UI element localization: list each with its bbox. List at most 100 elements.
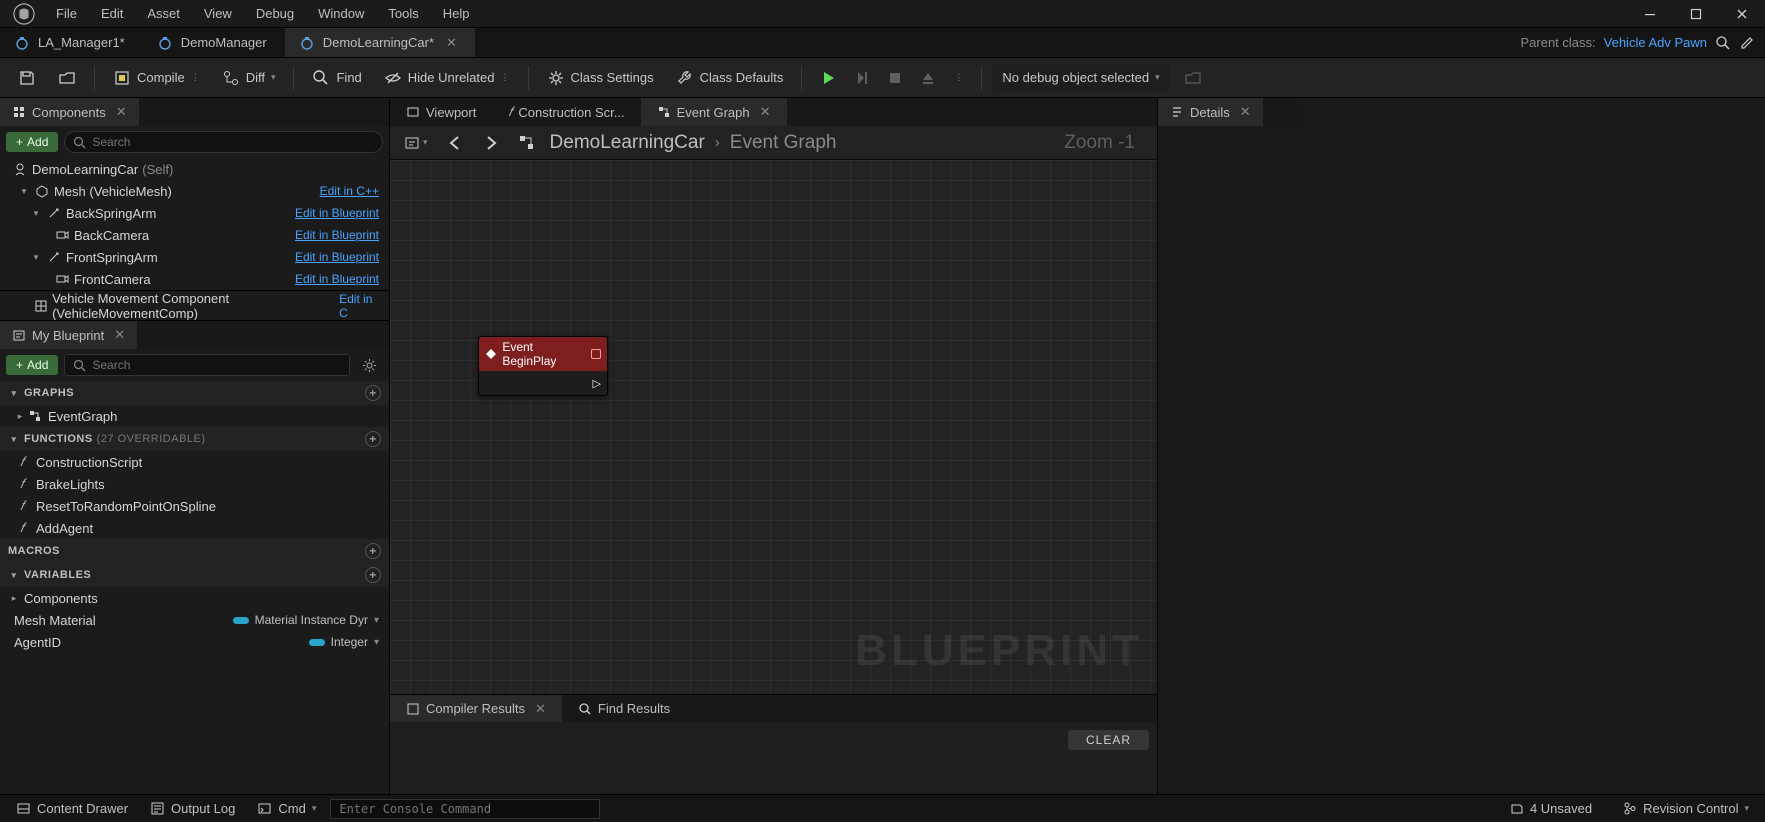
add-icon[interactable]: + [365,543,381,559]
graph-item-eventgraph[interactable]: ▸ EventGraph [0,405,389,427]
edit-link[interactable]: Edit in Blueprint [295,206,385,220]
function-item[interactable]: 𝑓AddAgent [0,517,389,539]
chevron-down-icon[interactable]: ⋮ [191,72,200,83]
edit-parent-icon[interactable] [1739,35,1755,51]
menu-tools[interactable]: Tools [376,0,430,27]
cmd-button[interactable]: Cmd ▾ [249,798,324,820]
debug-object-select[interactable]: No debug object selected ▾ [992,64,1169,92]
variable-subcategory[interactable]: ▸ Components [0,587,389,609]
tree-row-frontspring[interactable]: ▾ FrontSpringArm Edit in Blueprint [0,246,389,268]
ue-logo-icon[interactable] [4,0,44,28]
expand-icon[interactable]: ▾ [30,208,42,219]
maximize-button[interactable] [1673,0,1719,28]
edit-link[interactable]: Edit in Blueprint [295,228,385,242]
add-icon[interactable]: + [365,385,381,401]
edit-link[interactable]: Edit in Blueprint [295,272,385,286]
find-debug-object-button[interactable] [1176,62,1210,94]
myblueprint-search[interactable] [64,354,350,376]
menu-view[interactable]: View [192,0,244,27]
find-button[interactable]: Find [304,62,369,94]
chevron-down-icon[interactable]: ▾ [1744,803,1749,814]
chevron-down-icon[interactable]: ▾ [374,637,379,648]
add-icon[interactable]: + [365,567,381,583]
function-item[interactable]: 𝑓ConstructionScript [0,451,389,473]
compile-button[interactable]: Compile ⋮ [105,62,208,94]
asset-tab-la-manager[interactable]: LA_Manager1* [0,28,143,57]
breadcrumb-root[interactable]: DemoLearningCar [550,132,705,154]
expand-icon[interactable]: ▾ [18,186,30,197]
tab-find-results[interactable]: Find Results [562,695,686,722]
edit-link[interactable]: Edit in C [339,292,385,320]
menu-asset[interactable]: Asset [135,0,192,27]
variable-item[interactable]: Mesh Material Material Instance Dyr▾ [0,609,389,631]
close-icon[interactable]: ✕ [531,701,546,717]
function-item[interactable]: 𝑓ResetToRandomPointOnSpline [0,495,389,517]
components-search[interactable] [64,131,383,153]
graph-home-button[interactable] [514,132,540,154]
close-button[interactable] [1719,0,1765,28]
my-blueprint-tab[interactable]: My Blueprint ✕ [0,321,137,349]
diff-button[interactable]: Diff ▾ [214,62,284,94]
tab-event-graph[interactable]: Event Graph ✕ [641,98,787,126]
tab-construction-script[interactable]: 𝑓 Construction Scr... [492,98,640,126]
chevron-down-icon[interactable]: ▾ [271,72,276,83]
section-variables[interactable]: ▾ VARIABLES + [0,563,389,587]
components-panel-tab[interactable]: Components ✕ [0,98,139,126]
node-event-beginplay[interactable]: Event BeginPlay ▷ [478,336,608,396]
components-search-input[interactable] [92,135,374,149]
browse-button[interactable] [50,62,84,94]
unsaved-button[interactable]: 4 Unsaved [1501,798,1600,820]
exec-output-pin[interactable]: ▷ [593,377,601,390]
search-parent-icon[interactable] [1715,35,1731,51]
minimize-button[interactable] [1627,0,1673,28]
section-functions[interactable]: ▾ FUNCTIONS (27 OVERRIDABLE) + [0,427,389,451]
play-options-button[interactable]: ⋮ [946,62,971,94]
parent-class-link[interactable]: Vehicle Adv Pawn [1604,35,1707,50]
edit-link[interactable]: Edit in Blueprint [295,250,385,264]
asset-tab-demomanager[interactable]: DemoManager [143,28,285,57]
tree-row-root[interactable]: DemoLearningCar (Self) [0,158,389,180]
tree-row-vehiclemovement[interactable]: Vehicle Movement Component (VehicleMovem… [0,290,389,320]
variable-item[interactable]: AgentID Integer▾ [0,631,389,653]
menu-window[interactable]: Window [306,0,376,27]
eject-button[interactable] [912,62,944,94]
section-macros[interactable]: MACROS + [0,539,389,563]
asset-tab-demolearningcar[interactable]: DemoLearningCar* ✕ [285,28,475,57]
chevron-down-icon[interactable]: ⋮ [501,72,510,83]
close-icon[interactable]: ✕ [112,104,127,120]
add-new-button[interactable]: + Add [6,355,58,375]
menu-file[interactable]: File [44,0,89,27]
event-graph-canvas[interactable]: Event BeginPlay ▷ BLUEPRINT [390,160,1157,694]
chevron-down-icon[interactable]: ▾ [374,615,379,626]
tab-compiler-results[interactable]: Compiler Results ✕ [390,695,562,722]
menu-debug[interactable]: Debug [244,0,306,27]
function-item[interactable]: 𝑓BrakeLights [0,473,389,495]
add-icon[interactable]: + [365,431,381,447]
step-button[interactable] [846,62,878,94]
menu-edit[interactable]: Edit [89,0,135,27]
expand-icon[interactable]: ▾ [30,252,42,263]
stop-button[interactable] [880,62,910,94]
close-icon[interactable]: ✕ [110,327,125,343]
class-defaults-button[interactable]: Class Defaults [668,62,792,94]
clear-button[interactable]: CLEAR [1068,730,1149,750]
class-settings-button[interactable]: Class Settings [539,62,662,94]
tree-row-frontcamera[interactable]: FrontCamera Edit in Blueprint [0,268,389,290]
myblueprint-search-input[interactable] [92,358,341,372]
tree-row-mesh[interactable]: ▾ Mesh (VehicleMesh) Edit in C++ [0,180,389,202]
nav-back-button[interactable] [442,132,468,154]
close-icon[interactable]: ✕ [442,35,457,51]
revision-control-button[interactable]: Revision Control ▾ [1614,798,1757,820]
content-drawer-button[interactable]: Content Drawer [8,798,136,820]
hide-unrelated-button[interactable]: Hide Unrelated ⋮ [376,62,518,94]
delegate-pin-icon[interactable] [591,349,601,359]
tree-row-backspring[interactable]: ▾ BackSpringArm Edit in Blueprint [0,202,389,224]
section-graphs[interactable]: ▾ GRAPHS + [0,381,389,405]
close-icon[interactable]: ✕ [1236,104,1251,120]
tree-row-backcamera[interactable]: BackCamera Edit in Blueprint [0,224,389,246]
settings-button[interactable] [356,358,383,373]
output-log-button[interactable]: Output Log [142,798,243,820]
chevron-down-icon[interactable]: ▾ [312,803,317,814]
add-component-button[interactable]: + Add [6,132,58,152]
history-button[interactable]: ▾ [400,133,432,153]
